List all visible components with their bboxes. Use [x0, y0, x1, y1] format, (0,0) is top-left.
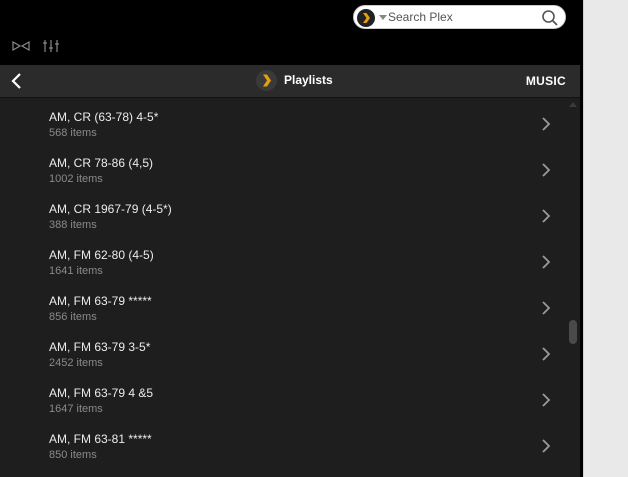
playlist-row[interactable]: AM, FM 62-80 (4-5) 1641 items — [0, 236, 566, 282]
playlist-list: AM, CR (63-78) 4-5* 568 items AM, CR 78-… — [0, 98, 566, 477]
header-bar: Playlists MUSIC — [0, 65, 580, 98]
playlist-count: 1647 items — [49, 403, 103, 415]
playlist-name: AM, FM 62-80 (4-5) — [49, 248, 154, 262]
page-title: Playlists — [284, 73, 333, 87]
chevron-right-icon[interactable] — [540, 299, 552, 317]
scroll-up-arrow-icon[interactable] — [569, 102, 577, 107]
playlist-row[interactable]: AM, CR 1967-79 (4-5*) 388 items — [0, 190, 566, 236]
playlist-name: AM, CR (63-78) 4-5* — [49, 110, 159, 124]
equalizer-icon[interactable] — [42, 38, 60, 54]
search-input[interactable] — [388, 8, 538, 26]
chevron-right-icon[interactable] — [540, 253, 552, 271]
playlist-row[interactable]: AM, FM 63-79 ***** 856 items — [0, 282, 566, 328]
playlist-row[interactable]: AM, FM 63-81 ***** 850 items — [0, 420, 566, 466]
plex-logo-icon — [256, 70, 277, 91]
chevron-right-icon[interactable] — [540, 345, 552, 363]
playlist-name: AM, CR 78-86 (4,5) — [49, 156, 154, 170]
scrollbar[interactable] — [566, 98, 580, 477]
chevron-right-icon[interactable] — [540, 161, 552, 179]
section-label[interactable]: MUSIC — [526, 74, 566, 88]
back-arrow-icon[interactable] — [9, 72, 25, 90]
chevron-right-icon[interactable] — [540, 115, 552, 133]
playlist-count: 1002 items — [49, 173, 103, 185]
playlist-count: 388 items — [49, 219, 97, 231]
playlist-count: 568 items — [49, 127, 97, 139]
chevron-right-icon[interactable] — [540, 207, 552, 225]
playlist-row[interactable]: AM, FM 63-79 3-5* 2452 items — [0, 328, 566, 374]
chevron-right-icon[interactable] — [540, 391, 552, 409]
playlist-name: AM, CR 1967-79 (4-5*) — [49, 202, 172, 216]
playlist-row[interactable]: AM, FM 63-79 4 &5 1647 items — [0, 374, 566, 420]
plex-logo-icon[interactable] — [357, 9, 375, 27]
playlist-name: AM, FM 63-79 3-5* — [49, 340, 151, 354]
plex-app-window: Playlists MUSIC AM, CR (63-78) 4-5* 568 … — [0, 0, 583, 477]
chevron-right-icon[interactable] — [540, 437, 552, 455]
playlist-count: 856 items — [49, 311, 97, 323]
playlist-name: AM, FM 63-81 ***** — [49, 432, 152, 446]
search-icon[interactable] — [541, 9, 559, 27]
scrollbar-thumb[interactable] — [569, 320, 577, 344]
playlist-name: AM, FM 63-79 ***** — [49, 294, 152, 308]
window-background — [583, 0, 628, 477]
chevron-down-icon[interactable] — [379, 15, 387, 20]
playlist-count: 1641 items — [49, 265, 103, 277]
playlist-row[interactable]: AM, CR (63-78) 4-5* 568 items — [0, 98, 566, 144]
playlist-row[interactable]: AM, CR 78-86 (4,5) 1002 items — [0, 144, 566, 190]
playlist-name: AM, FM 63-79 4 &5 — [49, 386, 154, 400]
playlist-count: 850 items — [49, 449, 97, 461]
search-box[interactable] — [353, 5, 566, 29]
merge-icon[interactable] — [12, 38, 30, 54]
playlist-count: 2452 items — [49, 357, 103, 369]
